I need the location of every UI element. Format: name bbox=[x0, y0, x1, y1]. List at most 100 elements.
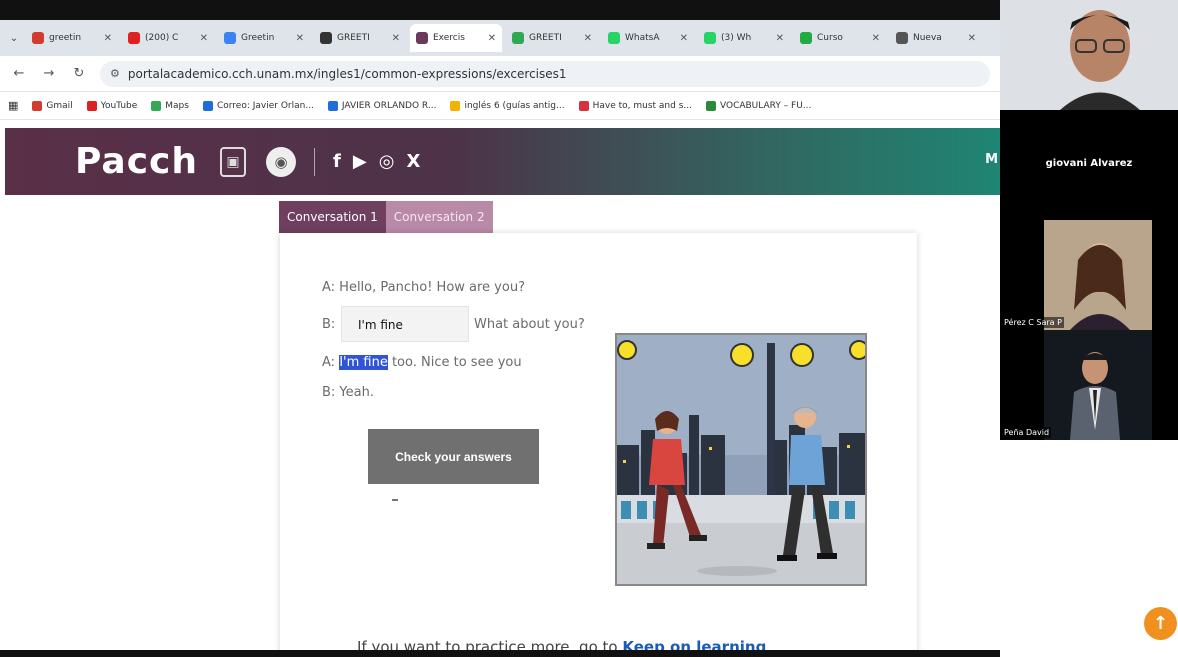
tab-favicon-icon bbox=[416, 32, 428, 44]
participant-david-image bbox=[1000, 330, 1178, 440]
participant-sara-label: Pérez C Sara P bbox=[1002, 317, 1064, 328]
tab-close-icon[interactable]: ✕ bbox=[872, 33, 880, 44]
browser-tab-1[interactable]: (200) C ✕ bbox=[122, 24, 214, 52]
host-name-tile: giovani Alvarez bbox=[1000, 110, 1178, 220]
header-divider bbox=[314, 147, 316, 176]
tab-favicon-icon bbox=[224, 32, 236, 44]
browser-tab-3[interactable]: GREETI ✕ bbox=[314, 24, 406, 52]
pacch-logo[interactable]: Pacch bbox=[75, 141, 198, 182]
bookmark-0[interactable]: Gmail bbox=[32, 100, 73, 111]
facebook-icon[interactable]: f bbox=[333, 151, 341, 172]
bookmark-favicon-icon bbox=[327, 100, 338, 111]
conversation-illustration bbox=[615, 333, 869, 586]
street-scene-image bbox=[617, 335, 869, 584]
dialog-line-3-suffix: too. Nice to see you bbox=[387, 355, 522, 370]
browser-tab-8[interactable]: Curso ✕ bbox=[794, 24, 886, 52]
bookmark-label: Gmail bbox=[46, 100, 73, 111]
url-omnibox[interactable]: ⚙ portalacademico.cch.unam.mx/ingles1/co… bbox=[100, 60, 990, 87]
tab-close-icon[interactable]: ✕ bbox=[200, 33, 208, 44]
dialog-line-4: B: Yeah. bbox=[322, 385, 374, 400]
tab-title: Exercis bbox=[433, 33, 465, 43]
instagram-icon[interactable]: ◎ bbox=[379, 151, 395, 172]
bookmark-4[interactable]: JAVIER ORLANDO R... bbox=[327, 100, 436, 111]
tab-close-icon[interactable]: ✕ bbox=[968, 33, 976, 44]
tab-close-icon[interactable]: ✕ bbox=[584, 33, 592, 44]
tab-close-icon[interactable]: ✕ bbox=[488, 33, 496, 44]
bookmark-favicon-icon bbox=[86, 100, 97, 111]
tab-title: (200) C bbox=[145, 33, 179, 43]
tab-title: Nueva bbox=[913, 33, 942, 43]
tab-close-icon[interactable]: ✕ bbox=[776, 33, 784, 44]
bookmark-favicon-icon bbox=[32, 100, 43, 111]
browser-tab-2[interactable]: Greetin ✕ bbox=[218, 24, 310, 52]
browser-tab-9[interactable]: Nueva ✕ bbox=[890, 24, 982, 52]
tab-title: Greetin bbox=[241, 33, 275, 43]
scroll-top-icon[interactable]: ↑ bbox=[1144, 607, 1177, 640]
reload-icon[interactable]: ↻ bbox=[70, 66, 88, 81]
tab-favicon-icon bbox=[800, 32, 812, 44]
bookmark-3[interactable]: Correo: Javier Orlan... bbox=[202, 100, 314, 111]
dialog-line-3: A: I'm fine too. Nice to see you bbox=[322, 355, 522, 370]
bookmark-label: Maps bbox=[165, 100, 189, 111]
tab-favicon-icon bbox=[320, 32, 332, 44]
host-video-tile[interactable] bbox=[1000, 0, 1178, 110]
forward-arrow-icon[interactable]: → bbox=[40, 66, 58, 81]
address-bar-row: ← → ↻ ⚙ portalacademico.cch.unam.mx/ingl… bbox=[0, 56, 1000, 92]
tab-conversation-2[interactable]: Conversation 2 bbox=[385, 201, 493, 233]
participant-sara-image bbox=[1000, 220, 1178, 330]
check-answers-button[interactable]: Check your answers bbox=[368, 429, 539, 484]
tab-favicon-icon bbox=[128, 32, 140, 44]
tab-favicon-icon bbox=[32, 32, 44, 44]
participant-tile-sara[interactable]: Pérez C Sara P bbox=[1000, 220, 1178, 330]
site-info-icon[interactable]: ⚙ bbox=[110, 67, 120, 80]
tab-close-icon[interactable]: ✕ bbox=[392, 33, 400, 44]
tab-close-icon[interactable]: ✕ bbox=[680, 33, 688, 44]
dialog-line-3-prefix: A: bbox=[322, 355, 340, 370]
social-links: f ▶ ◎ X bbox=[333, 151, 420, 172]
bookmark-label: Have to, must and s... bbox=[592, 100, 692, 111]
bookmark-1[interactable]: YouTube bbox=[86, 100, 137, 111]
tab-title: greetin bbox=[49, 33, 82, 43]
answer-input[interactable]: I'm fine bbox=[341, 306, 469, 342]
bookmark-6[interactable]: Have to, must and s... bbox=[578, 100, 692, 111]
cch-seal-icon[interactable]: ◉ bbox=[266, 146, 297, 177]
browser-tab-7[interactable]: (3) Wh ✕ bbox=[698, 24, 790, 52]
tab-favicon-icon bbox=[896, 32, 908, 44]
bookmark-2[interactable]: Maps bbox=[151, 100, 189, 111]
unam-shield-icon[interactable]: ▣ bbox=[220, 146, 247, 177]
bookmark-7[interactable]: VOCABULARY – FU... bbox=[705, 100, 812, 111]
browser-tab-4[interactable]: Exercis ✕ bbox=[410, 24, 502, 52]
bookmark-5[interactable]: inglés 6 (guías antig... bbox=[450, 100, 565, 111]
tab-close-icon[interactable]: ✕ bbox=[296, 33, 304, 44]
url-text: portalacademico.cch.unam.mx/ingles1/comm… bbox=[127, 66, 567, 81]
tab-title: (3) Wh bbox=[721, 33, 752, 43]
browser-tab-5[interactable]: GREETI ✕ bbox=[506, 24, 598, 52]
host-name-label: giovani Alvarez bbox=[1045, 158, 1133, 169]
tab-list-chevron-icon[interactable]: ⌄ bbox=[6, 33, 22, 44]
tab-favicon-icon bbox=[704, 32, 716, 44]
tab-title: GREETI bbox=[337, 33, 370, 43]
tab-close-icon[interactable]: ✕ bbox=[104, 33, 112, 44]
selected-text[interactable]: I'm fine bbox=[339, 355, 388, 370]
tab-favicon-icon bbox=[608, 32, 620, 44]
apps-grid-icon[interactable]: ▦ bbox=[8, 99, 18, 112]
browser-tab-strip: ⌄ greetin ✕ (200) C ✕ Greetin ✕ GREETI ✕ Exercis… bbox=[0, 20, 1000, 56]
bookmark-favicon-icon bbox=[705, 100, 716, 111]
bookmark-label: VOCABULARY – FU... bbox=[719, 100, 812, 111]
tab-title: Curso bbox=[817, 33, 843, 43]
bookmark-favicon-icon bbox=[151, 100, 162, 111]
tab-title: WhatsA bbox=[625, 33, 660, 43]
menu-label[interactable]: M bbox=[985, 152, 998, 167]
bookmark-label: Correo: Javier Orlan... bbox=[216, 100, 314, 111]
tabs-container: greetin ✕ (200) C ✕ Greetin ✕ GREETI ✕ Exercis ✕ G… bbox=[26, 24, 982, 52]
participant-tile-david[interactable]: Peña David bbox=[1000, 330, 1178, 440]
participant-david-label: Peña David bbox=[1002, 427, 1052, 438]
browser-tab-0[interactable]: greetin ✕ bbox=[26, 24, 118, 52]
browser-tab-6[interactable]: WhatsA ✕ bbox=[602, 24, 694, 52]
bookmarks-bar: ▦ Gmail YouTube Maps Correo: Javier Orlan..… bbox=[0, 92, 1000, 120]
tab-conversation-1[interactable]: Conversation 1 bbox=[279, 201, 386, 233]
back-arrow-icon[interactable]: ← bbox=[10, 66, 28, 81]
youtube-icon[interactable]: ▶ bbox=[353, 151, 367, 172]
dialog-line-2-suffix: What about you? bbox=[474, 317, 585, 332]
x-icon[interactable]: X bbox=[406, 151, 420, 172]
